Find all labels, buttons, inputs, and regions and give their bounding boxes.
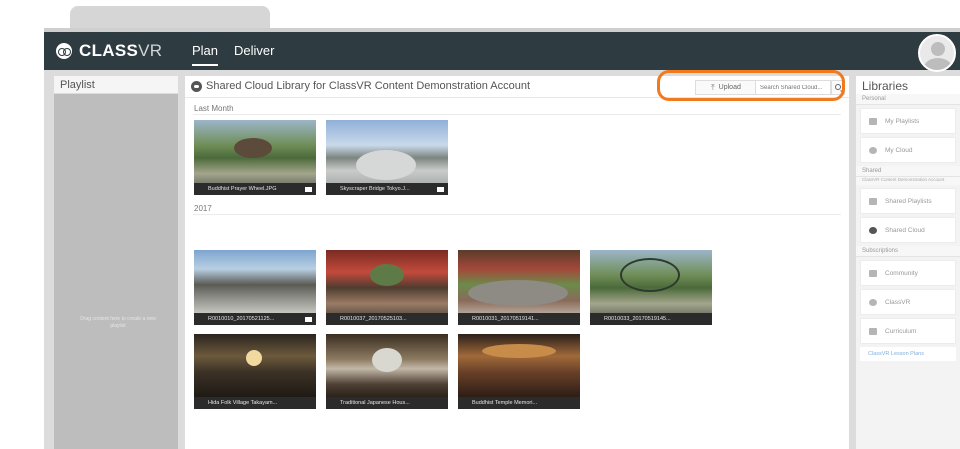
content-library: Shared Cloud Library for ClassVR Content… <box>185 70 849 449</box>
tile-name: R0010033_20170519145... <box>590 313 712 325</box>
community-icon <box>869 269 877 277</box>
logo-text-class: CLASS <box>79 41 139 60</box>
nav-plan[interactable]: Plan <box>184 32 226 70</box>
top-bar: CLASS VR Plan Deliver <box>44 32 960 72</box>
library-classvr[interactable]: ClassVR <box>860 289 956 315</box>
classvr-logo[interactable]: CLASS VR <box>56 41 162 61</box>
section-subscriptions: Subscriptions <box>856 246 960 257</box>
avatar-head <box>931 42 945 56</box>
library-item-label: ClassVR <box>885 298 911 306</box>
content-tile[interactable]: Buddhist Temple Memori... <box>458 334 580 409</box>
tile-thumbnail <box>194 334 316 397</box>
library-item-label: Curriculum <box>885 327 917 335</box>
flag-icon <box>305 317 312 322</box>
section-personal: Personal <box>856 94 960 105</box>
nav-deliver[interactable]: Deliver <box>226 32 282 70</box>
library-curriculum[interactable]: Curriculum <box>860 318 956 344</box>
content-tile[interactable]: Traditional Japanese Hous... <box>326 334 448 409</box>
library-my-playlists[interactable]: My Playlists <box>860 108 956 134</box>
playlist-icon <box>869 197 877 205</box>
curriculum-icon <box>869 327 877 335</box>
annotation-highlight <box>657 70 845 101</box>
avatar-body <box>924 58 952 70</box>
library-my-cloud[interactable]: My Cloud <box>860 137 956 163</box>
flag-icon <box>305 187 312 192</box>
playlist-drop-hint: Drag content here to create a new playli… <box>80 316 156 329</box>
shared-account-name: ClassVR Content Demonstration Account <box>856 177 960 185</box>
library-item-label: My Cloud <box>885 146 913 154</box>
library-shared-cloud[interactable]: Shared Cloud <box>860 217 956 243</box>
content-tile[interactable]: R0010031_20170519141... <box>458 250 580 325</box>
library-header: Shared Cloud Library for ClassVR Content… <box>185 70 849 101</box>
library-item-label: Shared Cloud <box>885 226 925 234</box>
tile-thumbnail <box>326 250 448 313</box>
content-tile[interactable]: Hida Folk Village Takayam... <box>194 334 316 409</box>
app-window: CLASS VR Plan Deliver Playlist Drag conte… <box>44 32 960 449</box>
tile-thumbnail <box>458 334 580 397</box>
tile-thumbnail <box>194 250 316 313</box>
tile-name: R0010010_20170521125... <box>194 313 316 325</box>
libraries-title: Libraries <box>856 76 960 94</box>
user-avatar[interactable] <box>918 34 956 72</box>
playlist-panel: Playlist Drag content here to create a n… <box>54 76 178 449</box>
classvr-icon <box>869 298 877 306</box>
playlist-title: Playlist <box>54 76 178 94</box>
content-tile[interactable]: R0010037_20170525103... <box>326 250 448 325</box>
tile-name: R0010037_20170525103... <box>326 313 448 325</box>
section-shared: Shared <box>856 166 960 177</box>
playlist-icon <box>869 117 877 125</box>
group-divider <box>193 114 841 115</box>
content-tile[interactable]: R0010010_20170521125... <box>194 250 316 325</box>
tile-name: Buddhist Prayer Wheel.JPG <box>194 183 316 195</box>
tile-thumbnail <box>458 250 580 313</box>
flag-icon <box>437 187 444 192</box>
cloud-icon <box>869 146 877 154</box>
tile-name: Traditional Japanese Hous... <box>326 397 448 409</box>
group-divider <box>193 214 841 215</box>
tile-name: Hida Folk Village Takayam... <box>194 397 316 409</box>
logo-text-vr: VR <box>138 41 163 60</box>
tile-thumbnail <box>194 120 316 183</box>
main-nav: Plan Deliver <box>184 32 283 70</box>
group-label-2017: 2017 <box>194 204 212 213</box>
tile-thumbnail <box>326 120 448 183</box>
library-shared-playlists[interactable]: Shared Playlists <box>860 188 956 214</box>
group-label-last-month: Last Month <box>194 104 234 113</box>
library-community[interactable]: Community <box>860 260 956 286</box>
tile-name: R0010031_20170519141... <box>458 313 580 325</box>
tile-name: Skyscraper Bridge Tokyo.J... <box>326 183 448 195</box>
cloud-icon <box>869 226 877 234</box>
library-item-label: My Playlists <box>885 117 920 125</box>
content-tile[interactable]: Buddhist Prayer Wheel.JPG <box>194 120 316 195</box>
lesson-plans-link[interactable]: ClassVR Lesson Plans <box>860 347 956 361</box>
libraries-panel: Libraries Personal My Playlists My Cloud… <box>856 76 960 449</box>
tile-thumbnail <box>590 250 712 313</box>
content-tile[interactable]: Skyscraper Bridge Tokyo.J... <box>326 120 448 195</box>
cloud-icon <box>191 81 202 92</box>
tile-thumbnail <box>326 334 448 397</box>
library-item-label: Shared Playlists <box>885 197 932 205</box>
content-tile[interactable]: R0010033_20170519145... <box>590 250 712 325</box>
library-title: Shared Cloud Library for ClassVR Content… <box>206 80 531 92</box>
library-item-label: Community <box>885 269 918 277</box>
tile-name: Buddhist Temple Memori... <box>458 397 580 409</box>
logo-icon <box>56 43 72 59</box>
